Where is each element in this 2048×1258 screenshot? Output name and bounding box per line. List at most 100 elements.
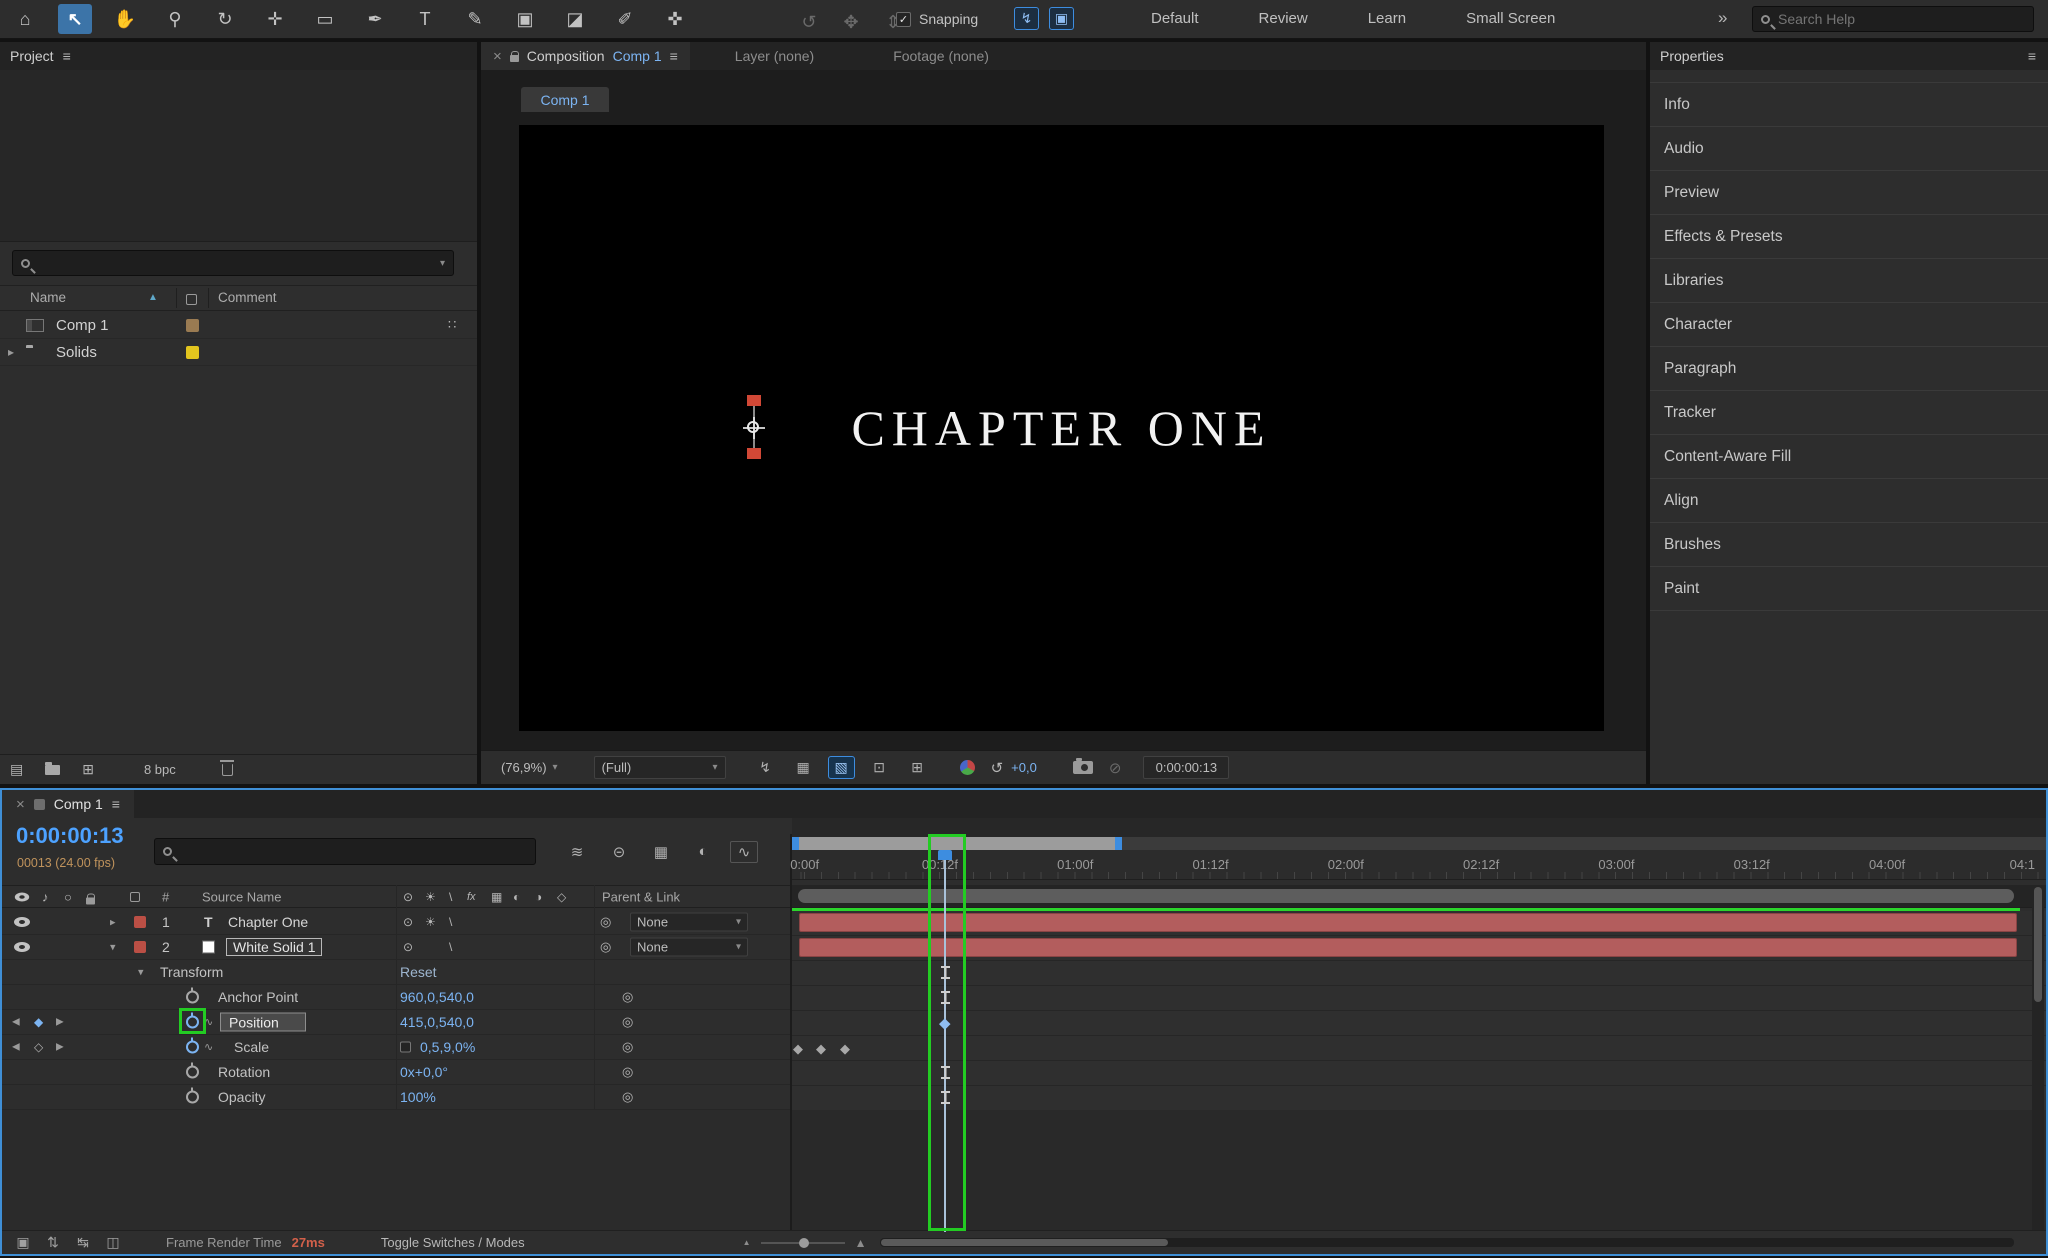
navigator-bar[interactable] (798, 889, 2014, 903)
shy-toggle-icon[interactable]: ⊙ (403, 940, 413, 954)
frame-blending-icon[interactable]: ▦ (646, 839, 676, 864)
magnification-dropdown[interactable]: (76,9%) ▾ (501, 760, 558, 775)
transform-group-label[interactable]: Transform (160, 964, 223, 980)
stopwatch-icon[interactable] (186, 1087, 199, 1104)
property-value[interactable]: 0,5,9,0% (420, 1039, 475, 1055)
new-composition-icon[interactable]: ⊞ (82, 761, 94, 778)
zoom-in-mountain-icon[interactable]: ▲ (855, 1236, 867, 1250)
shy-column-icon[interactable]: ⊙ (403, 890, 413, 904)
properties-item[interactable]: Content-Aware Fill (1650, 435, 2048, 479)
timeline-zoom-handle[interactable] (798, 1237, 809, 1248)
adjustment-column-icon[interactable]: ◑ (535, 890, 542, 904)
layer-name[interactable]: White Solid 1 (226, 938, 323, 956)
vertical-scrollbar[interactable] (2032, 885, 2044, 1232)
type-tool-icon[interactable]: T (408, 4, 442, 34)
keyframe-toggle-icon[interactable]: ◇ (34, 1040, 43, 1054)
parent-dropdown[interactable]: None ▾ (630, 912, 748, 932)
property-name[interactable]: Rotation (218, 1064, 270, 1080)
layer-duration-bar[interactable] (799, 913, 2017, 932)
property-row-scale[interactable]: ◀ ◇ ▶ ∿ Scale 0,5,9,0% ◎ (2, 1035, 792, 1060)
fx-column-icon[interactable]: fx (467, 891, 476, 903)
quality-toggle-icon[interactable]: \ (449, 940, 452, 954)
guides-options-icon[interactable]: ⊞ (904, 756, 931, 779)
playhead-head[interactable] (938, 850, 952, 860)
properties-item[interactable]: Info (1650, 83, 2048, 127)
properties-item[interactable]: Effects & Presets (1650, 215, 2048, 259)
visibility-eye-icon[interactable] (14, 917, 30, 927)
tab-composition[interactable]: × Composition Comp 1 ≡ (481, 42, 690, 70)
motion-blur-icon[interactable]: ◐ (688, 839, 718, 864)
next-keyframe-icon[interactable]: ▶ (56, 1017, 64, 1028)
layer-duration-bar[interactable] (799, 938, 2017, 957)
comp-flowchart-icon[interactable]: ∷ (448, 317, 456, 333)
layer-name[interactable]: Chapter One (228, 914, 308, 930)
panel-menu-icon[interactable]: ≡ (670, 48, 678, 64)
eraser-tool-icon[interactable]: ◪ (558, 4, 592, 34)
viewer-timecode[interactable]: 0:00:00:13 (1143, 756, 1230, 779)
stopwatch-icon[interactable] (186, 1062, 199, 1079)
selection-handle[interactable] (747, 448, 761, 459)
color-depth-label[interactable]: 8 bpc (144, 762, 176, 777)
project-row-comp[interactable]: Comp 1 ∷ (0, 312, 477, 339)
column-comment[interactable]: Comment (218, 290, 277, 305)
motion-blur-column-icon[interactable]: ◐ (513, 890, 520, 904)
brush-tool-icon[interactable]: ✎ (458, 4, 492, 34)
pan-camera-tool-icon[interactable]: ✥ (834, 7, 868, 37)
lock-viewer-icon[interactable] (509, 50, 519, 62)
time-navigator[interactable] (792, 885, 2046, 908)
collapse-column-icon[interactable]: ☀ (425, 890, 436, 904)
property-name[interactable]: Position (220, 1012, 306, 1032)
pickwhip-icon[interactable]: ◎ (600, 914, 611, 930)
label-color-swatch[interactable] (186, 346, 199, 359)
pickwhip-icon[interactable]: ◎ (622, 1039, 633, 1055)
properties-item[interactable]: Character (1650, 303, 2048, 347)
panel-menu-icon[interactable]: ≡ (63, 48, 71, 64)
keyframe-toggle-icon[interactable]: ◆ (34, 1015, 43, 1029)
zoom-out-mountain-icon[interactable]: ▲ (743, 1238, 751, 1247)
project-tab-label[interactable]: Project (10, 48, 54, 64)
graph-editor-toggle-icon[interactable]: ∿ (204, 1016, 213, 1029)
pen-tool-icon[interactable]: ✒ (358, 4, 392, 34)
vertical-scrollbar-thumb[interactable] (2034, 887, 2042, 1002)
snapshot-camera-icon[interactable] (1072, 758, 1093, 774)
pickwhip-icon[interactable]: ◎ (622, 1089, 633, 1105)
new-folder-icon[interactable] (45, 761, 61, 775)
layer-row-1[interactable]: ▸ 1 T Chapter One ⊙ ☀ \ ◎ None ▾ (2, 910, 792, 935)
timeline-tab[interactable]: × Comp 1 ≡ (2, 790, 134, 818)
mask-visibility-icon[interactable]: ▧ (827, 756, 855, 779)
property-name[interactable]: Anchor Point (218, 989, 298, 1005)
visibility-eye-icon[interactable] (14, 942, 30, 952)
trash-icon[interactable] (219, 759, 234, 776)
exposure-value[interactable]: +0,0 (1011, 760, 1037, 775)
keyframe-diamond[interactable]: ◆ (793, 1041, 803, 1057)
pickwhip-icon[interactable]: ◎ (622, 989, 633, 1005)
timeline-search-input[interactable] (180, 843, 527, 860)
keyframe-diamond[interactable]: ◆ (840, 1041, 850, 1057)
hand-tool-icon[interactable]: ✋ (108, 4, 142, 34)
sort-ascending-icon[interactable]: ▲ (148, 292, 158, 303)
playhead-line[interactable] (944, 850, 946, 1232)
pickwhip-icon[interactable]: ◎ (600, 939, 611, 955)
layer-label-color[interactable] (134, 916, 146, 928)
toggle-switches-modes-button[interactable]: Toggle Switches / Modes (381, 1235, 525, 1250)
workspace-tab[interactable]: Learn (1366, 6, 1408, 31)
constrain-proportions-checkbox[interactable] (400, 1041, 411, 1053)
timeline-zoom-slider[interactable] (760, 1237, 845, 1248)
tab-layer[interactable]: Layer (none) (735, 48, 814, 64)
close-icon[interactable]: × (493, 48, 502, 65)
project-row-solids[interactable]: ▸ Solids (0, 339, 477, 366)
workspace-overflow-icon[interactable]: » (1718, 8, 1727, 28)
composition-mini-flowchart-icon[interactable]: ≋ (562, 839, 592, 864)
next-keyframe-icon[interactable]: ▶ (56, 1042, 64, 1053)
label-column-icon[interactable] (130, 891, 140, 902)
threed-column-icon[interactable]: ◇ (557, 890, 566, 904)
keyframe-diamond-current[interactable]: ◆ (939, 1014, 951, 1032)
selection-handle[interactable] (747, 395, 761, 406)
lock-column-icon[interactable] (86, 893, 95, 904)
layer-row-2[interactable]: ▾ 2 White Solid 1 ⊙ \ ◎ None ▾ (2, 935, 792, 960)
properties-item[interactable]: Libraries (1650, 259, 2048, 303)
comp-chip[interactable]: Comp 1 (521, 87, 609, 112)
up-down-arrows-icon[interactable]: ⇅ (40, 1232, 66, 1254)
interpret-footage-icon[interactable]: ▤ (10, 761, 23, 778)
workspace-tab[interactable]: Default (1149, 6, 1201, 31)
